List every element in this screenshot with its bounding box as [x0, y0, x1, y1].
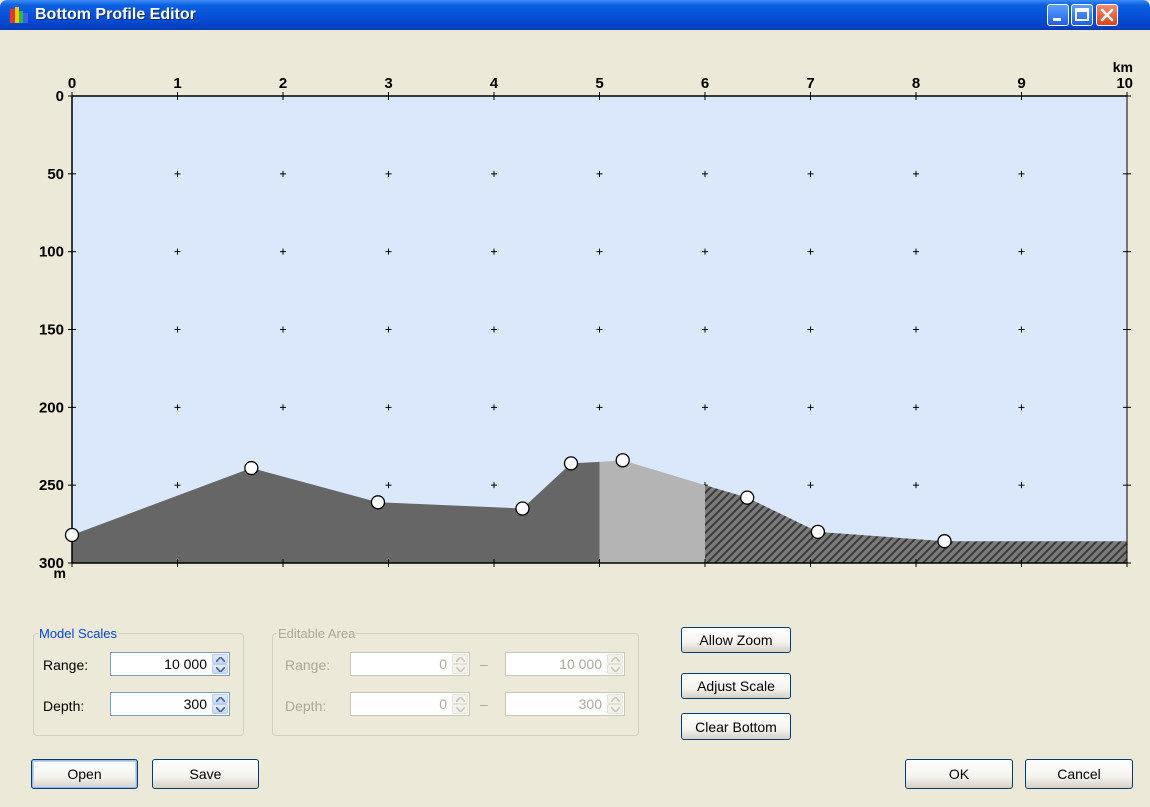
- x-tick-label: 6: [701, 75, 709, 92]
- control-point-handle[interactable]: [740, 490, 755, 505]
- y-tick-label: 150: [39, 322, 64, 339]
- title-bar[interactable]: Bottom Profile Editor: [0, 0, 1150, 30]
- x-tick-label: 4: [490, 75, 499, 92]
- allow-zoom-button[interactable]: Allow Zoom: [681, 627, 791, 653]
- spin-up-icon: [452, 694, 468, 704]
- model-scales-group: Model Scales: [33, 626, 244, 736]
- control-point-handle[interactable]: [515, 501, 530, 516]
- editable-range-from-spinner: 0: [350, 652, 470, 676]
- y-unit-label: m: [54, 565, 66, 581]
- x-unit-label: km: [1113, 59, 1133, 75]
- window-title: Bottom Profile Editor: [35, 6, 196, 23]
- spin-down-icon: [452, 664, 468, 674]
- spin-down-icon: [452, 704, 468, 714]
- editable-depth-from-value: 0: [439, 696, 447, 712]
- y-tick-label: 200: [39, 399, 64, 416]
- editable-range-label: Range:: [285, 657, 331, 673]
- ok-button[interactable]: OK: [905, 759, 1013, 789]
- spin-down-icon[interactable]: [212, 704, 228, 714]
- x-tick-label: 9: [1017, 75, 1025, 92]
- cancel-button[interactable]: Cancel: [1025, 759, 1133, 789]
- spin-up-icon[interactable]: [212, 694, 228, 704]
- spin-up-icon[interactable]: [212, 654, 228, 664]
- x-tick-label: 0: [68, 75, 76, 92]
- depth-separator: –: [480, 696, 488, 712]
- editable-depth-to-value: 300: [578, 696, 602, 712]
- control-point-handle[interactable]: [64, 527, 80, 543]
- spin-up-icon: [452, 654, 468, 664]
- maximize-icon: [1075, 8, 1089, 21]
- spin-down-icon[interactable]: [212, 664, 228, 674]
- x-tick-label: 1: [173, 75, 181, 92]
- open-button[interactable]: Open: [31, 759, 138, 789]
- spin-down-icon: [607, 664, 623, 674]
- model-range-label: Range:: [43, 657, 89, 673]
- model-range-spinner[interactable]: 10 000: [110, 652, 230, 676]
- y-tick-label: 250: [39, 477, 64, 494]
- minimize-icon: [1053, 18, 1061, 21]
- x-tick-label: 10: [1116, 75, 1133, 92]
- maximize-button[interactable]: [1071, 4, 1093, 26]
- model-scales-legend: Model Scales: [39, 626, 118, 641]
- y-tick-label: 50: [47, 166, 64, 183]
- editable-area-group: Editable Area: [272, 626, 639, 736]
- spin-up-icon: [607, 654, 623, 664]
- clear-bottom-button[interactable]: Clear Bottom: [681, 713, 791, 740]
- save-button[interactable]: Save: [152, 759, 259, 789]
- spin-up-icon: [607, 694, 623, 704]
- x-tick-label: 8: [912, 75, 920, 92]
- bottom-profile-editor-window: Bottom Profile Editor 0 1 2 3 4 5 6 7 8 9 10 km 0 50 1…: [0, 0, 1150, 807]
- app-icon: [10, 7, 28, 23]
- editable-depth-from-spinner: 0: [350, 692, 470, 716]
- model-depth-spinner[interactable]: 300: [110, 692, 230, 716]
- x-tick-label: 2: [279, 75, 287, 92]
- control-point-handle[interactable]: [563, 456, 579, 471]
- y-tick-label: 0: [56, 88, 64, 105]
- control-point-handle[interactable]: [937, 534, 952, 549]
- close-icon: [1100, 8, 1114, 22]
- close-button[interactable]: [1096, 4, 1118, 26]
- x-tick-label: 3: [384, 75, 392, 92]
- x-tick-label: 7: [806, 75, 814, 92]
- bottom-profile-chart[interactable]: 0 1 2 3 4 5 6 7 8 9 10km050100150200250300m: [0, 30, 1150, 610]
- y-tick-label: 100: [39, 244, 64, 261]
- minimize-button[interactable]: [1047, 4, 1069, 26]
- model-depth-value: 300: [183, 696, 207, 712]
- model-depth-label: Depth:: [43, 698, 85, 714]
- editable-range-from-value: 0: [439, 656, 447, 672]
- x-tick-label: 5: [595, 75, 603, 92]
- control-point-handle[interactable]: [244, 460, 259, 476]
- adjust-scale-button[interactable]: Adjust Scale: [681, 673, 791, 699]
- editable-depth-label: Depth:: [285, 698, 327, 714]
- editable-range-to-spinner: 10 000: [505, 652, 625, 676]
- editable-area-legend: Editable Area: [278, 626, 356, 641]
- control-point-handle[interactable]: [615, 453, 630, 468]
- model-range-value: 10 000: [164, 656, 207, 672]
- control-point-handle[interactable]: [370, 495, 386, 510]
- spin-down-icon: [607, 704, 623, 714]
- range-separator: –: [480, 656, 488, 672]
- control-point-handle[interactable]: [810, 524, 826, 540]
- editable-range-to-value: 10 000: [559, 656, 602, 672]
- editable-depth-to-spinner: 300: [505, 692, 625, 716]
